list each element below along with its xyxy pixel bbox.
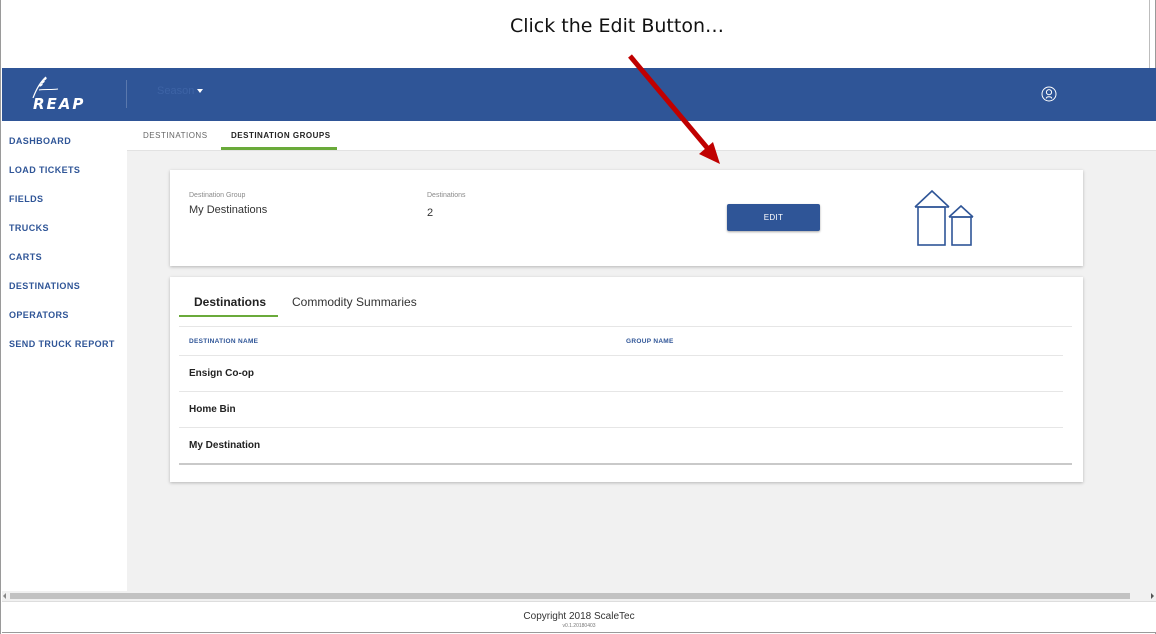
user-account-icon[interactable]	[1041, 86, 1057, 102]
table-row[interactable]: My Destination	[179, 427, 1063, 463]
reap-logo[interactable]: REAP	[29, 76, 91, 116]
season-dropdown[interactable]: Season	[157, 85, 204, 97]
copyright-text: Copyright 2018 ScaleTec	[523, 611, 635, 622]
scroll-left-icon[interactable]	[3, 593, 6, 599]
sidebar-item-trucks[interactable]: TRUCKS	[9, 223, 49, 233]
destinations-count-label: Destinations	[427, 192, 466, 199]
logo-text: REAP	[33, 95, 86, 113]
app-header: REAP Season	[2, 68, 1156, 121]
tab-destination-groups[interactable]: DESTINATION GROUPS	[231, 131, 331, 140]
scroll-right-icon[interactable]	[1151, 593, 1154, 599]
header-divider	[126, 80, 127, 108]
destination-name-cell: Home Bin	[189, 404, 236, 415]
pointer-arrow-icon	[628, 54, 720, 164]
scrollbar-thumb[interactable]	[10, 593, 1130, 599]
destination-group-card: Destination Group My Destinations Destin…	[170, 170, 1083, 266]
instruction-caption: Click the Edit Button…	[509, 15, 724, 37]
sidebar-item-destinations[interactable]: DESTINATIONS	[9, 281, 80, 291]
column-header-destination-name[interactable]: DESTINATION NAME	[189, 338, 258, 345]
main-content: DESTINATIONS DESTINATION GROUPS Destinat…	[127, 121, 1156, 591]
group-value: My Destinations	[189, 204, 268, 216]
group-label: Destination Group	[189, 192, 246, 199]
column-header-group-name[interactable]: GROUP NAME	[626, 338, 674, 345]
tab-destinations[interactable]: DESTINATIONS	[143, 131, 208, 140]
subtab-destinations[interactable]: Destinations	[194, 295, 266, 309]
sidebar-item-load-tickets[interactable]: LOAD TICKETS	[9, 165, 80, 175]
screen: Click the Edit Button… REAP Season DASHB…	[0, 0, 1156, 634]
destinations-detail-card: Destinations Commodity Summaries DESTINA…	[170, 277, 1083, 482]
table-bottom-border	[179, 463, 1072, 465]
horizontal-scrollbar[interactable]	[2, 591, 1156, 601]
divider	[1149, 0, 1150, 68]
divider	[179, 326, 1072, 327]
destination-name-cell: My Destination	[189, 440, 261, 451]
edit-button[interactable]: EDIT	[727, 204, 820, 231]
sidebar-nav: DASHBOARD LOAD TICKETS FIELDS TRUCKS CAR…	[2, 121, 126, 591]
sidebar-item-send-truck-report[interactable]: SEND TRUCK REPORT	[9, 339, 115, 349]
destination-name-cell: Ensign Co-op	[189, 368, 254, 379]
season-label: Season	[157, 85, 195, 97]
silo-icon	[914, 189, 974, 246]
caret-down-icon	[197, 89, 204, 94]
table-row[interactable]: Ensign Co-op	[179, 355, 1063, 391]
active-subtab-indicator	[179, 315, 278, 317]
active-tab-indicator	[221, 147, 337, 150]
destinations-count-value: 2	[427, 207, 434, 219]
version-text: v0.1.20180403	[562, 623, 596, 629]
sidebar-item-operators[interactable]: OPERATORS	[9, 310, 69, 320]
footer: Copyright 2018 ScaleTec v0.1.20180403	[2, 601, 1156, 633]
sidebar-item-carts[interactable]: CARTS	[9, 252, 42, 262]
sidebar-item-fields[interactable]: FIELDS	[9, 194, 43, 204]
sidebar-item-dashboard[interactable]: DASHBOARD	[9, 136, 71, 146]
subtab-commodity-summaries[interactable]: Commodity Summaries	[292, 295, 417, 309]
table-row[interactable]: Home Bin	[179, 391, 1063, 427]
